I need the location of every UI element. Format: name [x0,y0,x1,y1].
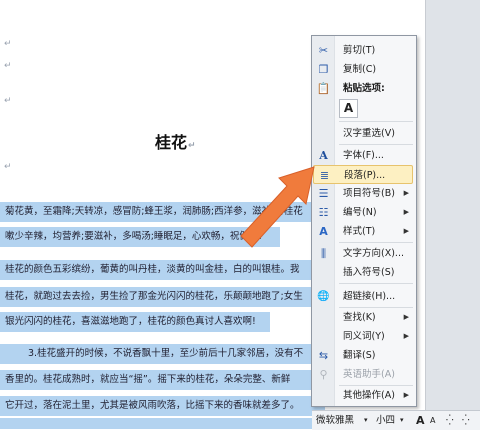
menu-item-copy[interactable]: ❐ 复制(C) [313,60,413,79]
menu-item-font[interactable]: A 字体(F)... [313,146,413,165]
shrink-font-button[interactable]: A [430,411,435,430]
menu-item-english-assistant: ⚲ 英语助手(A) [313,365,413,384]
context-menu[interactable]: ✂ 剪切(T) ❐ 复制(C) 📋 粘贴选项: A 汉字重选(V) A 字体(F… [311,35,417,407]
paragraph-icon: ≣ [319,169,330,182]
grow-font-button[interactable]: A [416,411,425,430]
menu-item-label: 超链接(H)... [343,291,396,302]
menu-separator [339,242,413,243]
chevron-down-icon[interactable]: ▾ [400,411,404,430]
menu-item-label: 同义词(Y) [343,331,385,342]
menu-item-numbering[interactable]: ☷ 编号(N) ▶ [313,203,413,222]
numbering-icon: ☷ [318,206,329,219]
title-text: 桂花 [155,133,188,152]
copy-icon: ❐ [318,63,329,76]
paragraph-mark: ↵ [4,96,12,106]
menu-item-label: 查找(K) [343,312,376,323]
paragraph-mark: ↵ [4,162,12,172]
hyperlink-icon: 🌐 [317,291,330,302]
mini-toolbar[interactable]: 微软雅黑 ▾ 小四 ▾ A A ⁛ ⁛ [312,410,480,430]
menu-item-insert-symbol[interactable]: 插入符号(S) [313,263,413,282]
submenu-arrow-icon: ▶ [403,189,409,197]
menu-item-bullets[interactable]: ☰ 项目符号(B) ▶ [313,184,413,203]
menu-item-reselect-chars[interactable]: 汉字重选(V) [313,124,413,143]
menu-item-label: 复制(C) [343,64,377,75]
font-size-dropdown[interactable]: 小四 [376,411,395,430]
submenu-arrow-icon: ▶ [403,227,409,235]
english-assistant-icon: ⚲ [319,368,328,381]
menu-item-label: 翻译(S) [343,350,376,361]
menu-separator [339,283,413,284]
menu-item-hyperlink[interactable]: 🌐 超链接(H)... [313,287,413,306]
menu-item-label: 插入符号(S) [343,267,395,278]
paragraph-mark: ↵ [4,39,12,49]
more-format-icon[interactable]: ⁛ [462,411,470,430]
text-line: 它开过，落在泥土里，尤其是被风雨吹落，比摇下来的香味就差多了。 [0,396,325,416]
menu-item-label: 样式(T) [343,226,376,237]
document-title[interactable]: 桂花↵ [155,129,196,153]
text-line-fill [0,418,325,429]
menu-item-label: 编号(N) [343,207,377,218]
text-line: 嗽少辛辣，均营养;要滋补，多喝汤;睡眠足，心欢畅，祝健康! [0,227,280,247]
text-line: 银光闪闪的桂花，喜滋滋地跑了，桂花的颜色真讨人喜欢啊! [0,312,270,332]
text-line: 桂花的颜色五彩缤纷，葡黄的叫丹桂，淡黄的叫金桂，白的叫银桂。我 [0,260,325,280]
menu-item-label: 段落(P)... [344,170,386,181]
menu-separator [339,121,413,122]
paragraph-mark: ↵ [188,141,196,151]
paste-icon: 📋 [316,82,331,95]
submenu-arrow-icon: ▶ [403,391,409,399]
paste-keep-text-only-button[interactable]: A [339,99,358,118]
text-line: 桂花，就跑过去去捡，男生捡了那金光闪闪的桂花，乐颠颠地跑了;女生 [0,287,325,307]
menu-item-label: 剪切(T) [343,45,376,56]
menu-item-label: 其他操作(A) [343,390,395,401]
right-margin-area [425,0,480,429]
paragraph-mark: ↵ [4,61,12,71]
menu-item-other-actions[interactable]: 其他操作(A) ▶ [313,386,413,405]
text-direction-icon: ⫼ [320,247,327,260]
menu-item-synonyms[interactable]: 同义词(Y) ▶ [313,327,413,346]
menu-item-label: 字体(F)... [343,150,384,161]
submenu-arrow-icon: ▶ [403,332,409,340]
selected-text-block[interactable]: 菊花黄，至霜降;天转凉，感冒防;蜂王浆，润肺肠;西洋参，滋补强;桂花 嗽少辛辣，… [0,194,330,429]
scissors-icon: ✂ [318,44,329,57]
chevron-down-icon[interactable]: ▾ [364,411,368,430]
font-icon: A [319,149,328,162]
menu-item-translate[interactable]: ⇆ 翻译(S) [313,346,413,365]
text-line: 3.桂花盛开的时候，不说香飘十里，至少前后十几家邻居，没有不 [0,344,320,364]
text-line: 菊花黄，至霜降;天转凉，感冒防;蜂王浆，润肺肠;西洋参，滋补强;桂花 [0,202,325,222]
menu-item-cut[interactable]: ✂ 剪切(T) [313,41,413,60]
menu-item-lookup[interactable]: 查找(K) ▶ [313,308,413,327]
submenu-arrow-icon: ▶ [403,313,409,321]
menu-item-paste-options: 📋 粘贴选项: [313,79,413,98]
menu-item-label: 粘贴选项: [343,83,385,94]
menu-item-styles[interactable]: A 样式(T) ▶ [313,222,413,241]
menu-separator [339,144,413,145]
menu-item-paragraph[interactable]: ≣ 段落(P)... [313,165,413,184]
menu-item-label: 英语助手(A) [343,369,395,380]
text-line: 香里的。桂花成熟时，就应当“摇”。摇下来的桂花，朵朵完整、新鲜 [0,370,325,390]
styles-icon: A [319,225,328,238]
menu-item-label: 文字方向(X)... [343,248,404,259]
menu-item-label: 项目符号(B) [343,188,395,199]
font-name-dropdown[interactable]: 微软雅黑 [316,411,354,430]
menu-item-label: 汉字重选(V) [343,128,395,139]
menu-item-text-direction[interactable]: ⫼ 文字方向(X)... [313,244,413,263]
submenu-arrow-icon: ▶ [403,208,409,216]
translate-icon: ⇆ [318,349,329,362]
bullets-icon: ☰ [318,187,329,200]
more-format-icon[interactable]: ⁛ [446,411,454,430]
